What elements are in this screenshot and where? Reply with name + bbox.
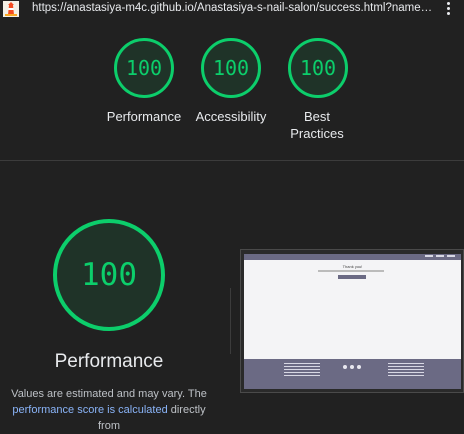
url-text[interactable]: https://anastasiya-m4c.github.io/Anastas… (32, 1, 434, 16)
thumbnail-footer-column (388, 363, 424, 378)
browser-bar: https://anastasiya-m4c.github.io/Anastas… (0, 0, 464, 18)
accessibility-score: 100 (212, 56, 250, 80)
thumbnail-footer (244, 359, 461, 389)
performance-score: 100 (125, 56, 163, 80)
best-practices-gauge[interactable]: 100 (288, 38, 348, 98)
thumbnail-heading: Thank you! (342, 264, 363, 269)
best-practices-score: 100 (299, 56, 337, 80)
performance-gauge[interactable]: 100 (114, 38, 174, 98)
accessibility-label: Accessibility (195, 109, 267, 124)
accessibility-gauge[interactable]: 100 (201, 38, 261, 98)
performance-large-gauge: 100 (53, 219, 165, 331)
thumbnail-page: Thank you! (244, 254, 461, 389)
performance-note: Values are estimated and may vary. The p… (11, 388, 207, 432)
score-calculation-link[interactable]: performance score is calculated (12, 404, 167, 416)
section-divider (0, 160, 464, 161)
thumbnail-subtext (318, 270, 384, 272)
thumbnail-nav-links (425, 255, 455, 257)
performance-label: Performance (106, 109, 182, 124)
thumbnail-button (338, 275, 366, 279)
vertical-divider (230, 288, 231, 354)
more-menu-icon[interactable] (447, 2, 451, 17)
best-practices-label: Best Practices (290, 109, 344, 141)
thumbnail-social-icons (343, 365, 361, 369)
performance-large-score: 100 (81, 257, 137, 293)
final-screenshot-thumbnail[interactable]: Thank you! (240, 249, 464, 393)
lighthouse-logo-icon (0, 0, 22, 18)
thumbnail-footer-column (284, 363, 320, 378)
performance-title: Performance (54, 351, 164, 372)
